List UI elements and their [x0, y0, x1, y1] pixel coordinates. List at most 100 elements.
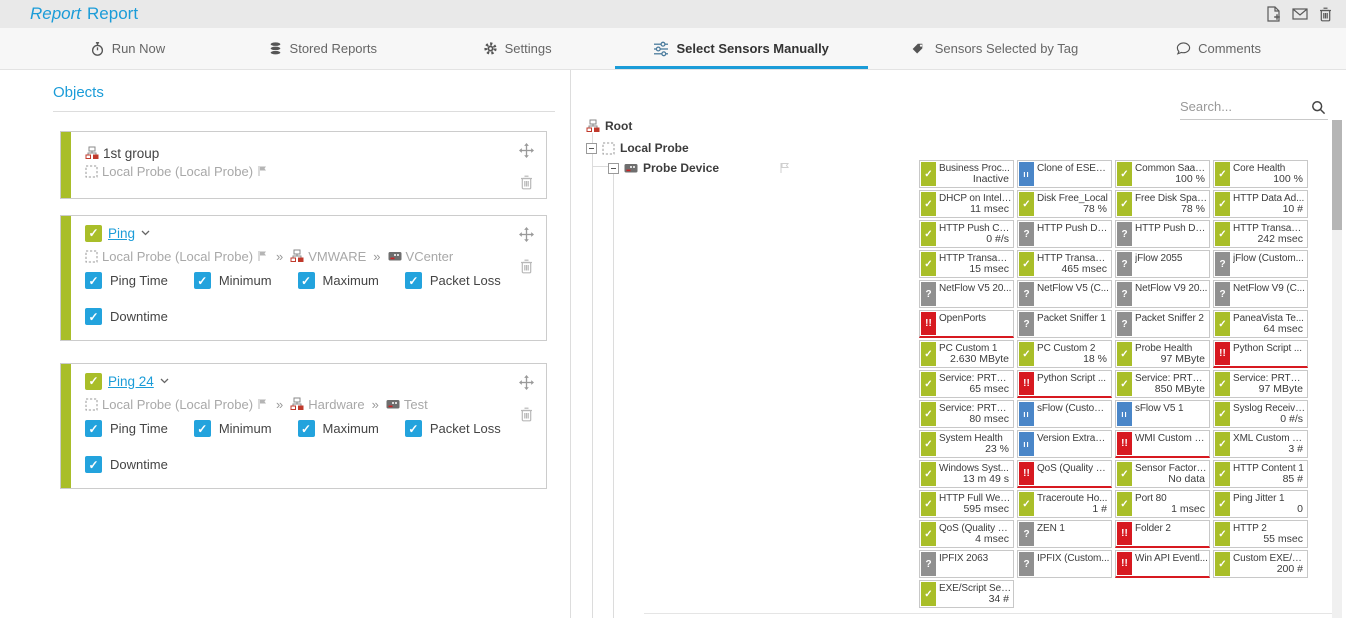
- sensor-include-checkbox[interactable]: ✓: [85, 373, 102, 390]
- tab-sensors-selected-by-tag[interactable]: Sensors Selected by Tag: [868, 28, 1121, 69]
- sensor-tile[interactable]: ✓HTTP Full Web...595 msec: [919, 490, 1014, 518]
- sensor-tile[interactable]: ✓Windows Syst...13 m 49 s: [919, 460, 1014, 488]
- sensor-tile[interactable]: ✓Sensor Factory...No data: [1115, 460, 1210, 488]
- sensor-tile[interactable]: ✓PaneaVista Te...64 msec: [1213, 310, 1308, 338]
- sensor-tile[interactable]: ✓DHCP on Intel(...11 msec: [919, 190, 1014, 218]
- sensor-tile[interactable]: ?ZEN 1: [1017, 520, 1112, 548]
- sensor-tile[interactable]: ?HTTP Push Da...: [1017, 220, 1112, 248]
- sensor-tile[interactable]: ✓Custom EXE/S...200 #: [1213, 550, 1308, 578]
- sensor-tile[interactable]: ✓HTTP Content 185 #: [1213, 460, 1308, 488]
- move-handle[interactable]: [519, 142, 534, 160]
- checkbox-checked-icon[interactable]: ✓: [194, 420, 211, 437]
- sensor-tile[interactable]: ✓EXE/Script Sen...34 #: [919, 580, 1014, 608]
- sensor-tile[interactable]: ✓XML Custom E...3 #: [1213, 430, 1308, 458]
- move-handle[interactable]: [519, 374, 534, 392]
- sensor-link[interactable]: Ping 24: [108, 374, 154, 389]
- sensor-tile[interactable]: ✓Disk Free_Local78 %: [1017, 190, 1112, 218]
- sensor-tile[interactable]: ✓HTTP 255 msec: [1213, 520, 1308, 548]
- sensor-tile[interactable]: ✓Probe Health97 MByte: [1115, 340, 1210, 368]
- checkbox-checked-icon[interactable]: ✓: [194, 272, 211, 289]
- sensor-tile[interactable]: ?NetFlow V9 20...: [1115, 280, 1210, 308]
- sensor-tile[interactable]: ✓Free Disk Spac...78 %: [1115, 190, 1210, 218]
- sensor-tile[interactable]: ?IPFIX (Custom...: [1017, 550, 1112, 578]
- sensor-tile[interactable]: ?IPFIX 2063: [919, 550, 1014, 578]
- tab-stored-reports[interactable]: Stored Reports: [225, 28, 420, 69]
- checkbox-checked-icon[interactable]: ✓: [85, 308, 102, 325]
- sensor-tile[interactable]: ?NetFlow V5 (C...: [1017, 280, 1112, 308]
- sensor-tile[interactable]: ?jFlow 2055: [1115, 250, 1210, 278]
- channel-packet-loss[interactable]: ✓Packet Loss: [405, 420, 501, 437]
- sensor-tile[interactable]: ✓Common SaaS...100 %: [1115, 160, 1210, 188]
- sensor-tile[interactable]: ✓Service: PRTG ...850 MByte: [1115, 370, 1210, 398]
- sensor-tile[interactable]: ✓Service: PRTG ...80 msec: [919, 400, 1014, 428]
- sensor-tile[interactable]: IIsFlow V5 1: [1115, 400, 1210, 428]
- channel-minimum[interactable]: ✓Minimum: [194, 272, 272, 289]
- chevron-down-icon[interactable]: [160, 378, 169, 384]
- channel-maximum[interactable]: ✓Maximum: [298, 272, 379, 289]
- sensor-tile[interactable]: ?NetFlow V5 20...: [919, 280, 1014, 308]
- tree-node-local-probe[interactable]: Local Probe: [586, 141, 689, 155]
- remove-object-button[interactable]: [520, 258, 533, 276]
- sensor-tile[interactable]: ✓PC Custom 218 %: [1017, 340, 1112, 368]
- channel-packet-loss[interactable]: ✓Packet Loss: [405, 272, 501, 289]
- channel-maximum[interactable]: ✓Maximum: [298, 420, 379, 437]
- tab-select-sensors-manually[interactable]: Select Sensors Manually: [615, 28, 868, 69]
- chevron-down-icon[interactable]: [141, 230, 150, 236]
- checkbox-checked-icon[interactable]: ✓: [85, 456, 102, 473]
- sensor-tile[interactable]: ?HTTP Push Da...: [1115, 220, 1210, 248]
- sensor-tile[interactable]: ✓Traceroute Ho...1 #: [1017, 490, 1112, 518]
- sensor-tile[interactable]: !!Win API Eventl...: [1115, 550, 1210, 578]
- sensor-tile[interactable]: ✓HTTP Transact...465 msec: [1017, 250, 1112, 278]
- email-report-icon[interactable]: [1292, 8, 1308, 20]
- sensor-tile[interactable]: ✓Port 801 msec: [1115, 490, 1210, 518]
- channel-downtime[interactable]: ✓Downtime: [85, 456, 168, 473]
- search-input[interactable]: [1180, 94, 1300, 118]
- collapse-toggle-icon[interactable]: [586, 143, 597, 154]
- sensor-tile[interactable]: ✓HTTP Transact...15 msec: [919, 250, 1014, 278]
- scrollbar-thumb[interactable]: [1332, 120, 1342, 230]
- remove-object-button[interactable]: [520, 174, 533, 192]
- tab-comments[interactable]: Comments: [1121, 28, 1316, 69]
- sensor-include-checkbox[interactable]: ✓: [85, 225, 102, 242]
- channel-downtime[interactable]: ✓Downtime: [85, 308, 168, 325]
- checkbox-checked-icon[interactable]: ✓: [405, 420, 422, 437]
- sensor-tile[interactable]: ✓QoS (Quality of...4 msec: [919, 520, 1014, 548]
- sensor-tile[interactable]: !!Python Script ...: [1017, 370, 1112, 398]
- collapse-toggle-icon[interactable]: [608, 163, 619, 174]
- checkbox-checked-icon[interactable]: ✓: [298, 272, 315, 289]
- checkbox-checked-icon[interactable]: ✓: [405, 272, 422, 289]
- add-report-icon[interactable]: [1266, 6, 1281, 22]
- sensor-tile[interactable]: IIsFlow (Custom...: [1017, 400, 1112, 428]
- sensor-tile[interactable]: IIClone of ESET ...: [1017, 160, 1112, 188]
- sensor-tile[interactable]: ✓Syslog Receive...0 #/s: [1213, 400, 1308, 428]
- scrollbar-track[interactable]: [1332, 120, 1342, 618]
- sensor-tile[interactable]: ✓HTTP Data Ad...10 #: [1213, 190, 1308, 218]
- sensor-tile[interactable]: IIVersion Extract...: [1017, 430, 1112, 458]
- channel-ping-time[interactable]: ✓Ping Time: [85, 272, 168, 289]
- checkbox-checked-icon[interactable]: ✓: [85, 272, 102, 289]
- search-icon[interactable]: [1311, 99, 1326, 117]
- sensor-tile[interactable]: !!Python Script ...: [1213, 340, 1308, 368]
- checkbox-checked-icon[interactable]: ✓: [298, 420, 315, 437]
- channel-ping-time[interactable]: ✓Ping Time: [85, 420, 168, 437]
- sensor-tile[interactable]: !!QoS (Quality of...: [1017, 460, 1112, 488]
- sensor-link[interactable]: Ping: [108, 226, 135, 241]
- sensor-tile[interactable]: ✓Business Proc...Inactive: [919, 160, 1014, 188]
- channel-minimum[interactable]: ✓Minimum: [194, 420, 272, 437]
- sensor-tile[interactable]: ?Packet Sniffer 2: [1115, 310, 1210, 338]
- sensor-tile[interactable]: ✓Service: PRTG ...97 MByte: [1213, 370, 1308, 398]
- delete-report-icon[interactable]: [1319, 7, 1332, 22]
- sensor-tile[interactable]: ✓Core Health100 %: [1213, 160, 1308, 188]
- sensor-tile[interactable]: ✓System Health23 %: [919, 430, 1014, 458]
- tree-node-root[interactable]: Root: [586, 119, 632, 133]
- sensor-tile[interactable]: ✓HTTP Push Co...0 #/s: [919, 220, 1014, 248]
- sensor-tile[interactable]: ✓PC Custom 12.630 MByte: [919, 340, 1014, 368]
- sensor-tile[interactable]: ✓Service: PRTG ...65 msec: [919, 370, 1014, 398]
- sensor-tile[interactable]: ✓Ping Jitter 10: [1213, 490, 1308, 518]
- sensor-tile[interactable]: !!Folder 2: [1115, 520, 1210, 548]
- remove-object-button[interactable]: [520, 406, 533, 424]
- sensor-tile[interactable]: ?Packet Sniffer 1: [1017, 310, 1112, 338]
- tree-node-probe-device[interactable]: Probe Device: [608, 161, 791, 175]
- sensor-tile[interactable]: ?jFlow (Custom...: [1213, 250, 1308, 278]
- tab-run-now[interactable]: Run Now: [30, 28, 225, 69]
